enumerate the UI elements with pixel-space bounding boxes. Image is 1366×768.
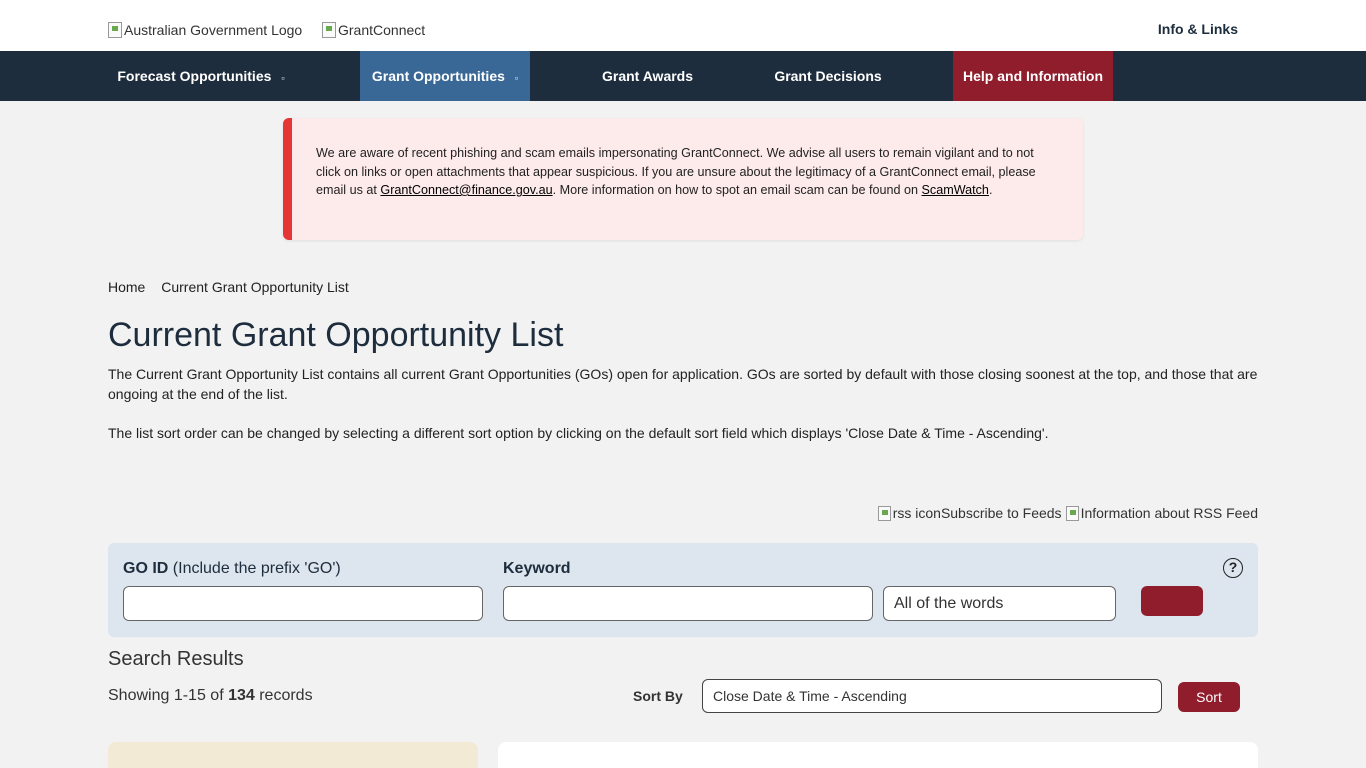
nav-label: Forecast Opportunities bbox=[117, 68, 272, 84]
scam-alert-banner: We are aware of recent phishing and scam… bbox=[283, 118, 1083, 240]
search-button[interactable] bbox=[1141, 586, 1203, 616]
keyword-input[interactable] bbox=[503, 586, 873, 621]
sort-instructions: The list sort order can be changed by se… bbox=[108, 425, 1049, 441]
breadcrumb-current: Current Grant Opportunity List bbox=[161, 279, 349, 295]
filter-panel bbox=[108, 742, 478, 768]
alert-text: . bbox=[988, 183, 993, 197]
rss-info-link[interactable]: Information about RSS Feed bbox=[1081, 505, 1258, 521]
results-count: Showing 1-15 of 134 records bbox=[108, 687, 313, 704]
help-icon[interactable]: ? bbox=[1223, 558, 1243, 578]
info-icon bbox=[1065, 505, 1079, 521]
main-nav: Forecast Opportunities ▫ Grant Opportunit… bbox=[0, 51, 1366, 101]
broken-image-icon bbox=[108, 22, 122, 38]
go-id-input[interactable] bbox=[123, 586, 483, 621]
site-header: Australian Government Logo GrantConnect … bbox=[0, 0, 1366, 51]
nav-help-information[interactable]: Help and Information bbox=[953, 51, 1113, 101]
logo-alt-text: Australian Government Logo bbox=[124, 22, 303, 38]
nav-grant-awards[interactable]: Grant Awards bbox=[590, 51, 705, 101]
email-link[interactable]: GrantConnect@finance.gov.au bbox=[380, 183, 552, 197]
breadcrumb: Home Current Grant Opportunity List bbox=[108, 279, 361, 295]
keyword-match-select[interactable]: All of the words bbox=[883, 586, 1116, 621]
dropdown-icon: ▫ bbox=[514, 73, 519, 83]
page-description: The Current Grant Opportunity List conta… bbox=[108, 366, 1258, 402]
page-title: Current Grant Opportunity List bbox=[108, 316, 564, 354]
sort-button[interactable]: Sort bbox=[1178, 682, 1240, 712]
scamwatch-link[interactable]: ScamWatch bbox=[922, 183, 989, 197]
rss-icon bbox=[877, 505, 891, 521]
nav-label: Grant Opportunities bbox=[371, 68, 505, 84]
rss-icon-alt: rss icon bbox=[892, 505, 941, 521]
nav-grant-opportunities[interactable]: Grant Opportunities ▫ bbox=[360, 51, 530, 101]
subscribe-feeds-link[interactable]: Subscribe to Feeds bbox=[941, 505, 1062, 521]
go-id-label: GO ID (Include the prefix 'GO') bbox=[123, 560, 341, 577]
australian-government-logo[interactable]: Australian Government Logo bbox=[108, 22, 302, 38]
nav-forecast-opportunities[interactable]: Forecast Opportunities ▫ bbox=[108, 51, 294, 101]
breadcrumb-home[interactable]: Home bbox=[108, 279, 145, 295]
info-links-link[interactable]: Info & Links bbox=[1158, 21, 1238, 37]
alert-text: . More information on how to spot an ema… bbox=[552, 183, 922, 197]
search-panel: GO ID (Include the prefix 'GO') Keyword … bbox=[108, 543, 1258, 637]
logo-alt-text: GrantConnect bbox=[338, 22, 426, 38]
rss-feed-links: rss icon Subscribe to Feeds Information … bbox=[877, 505, 1258, 521]
sort-select[interactable]: Close Date & Time - Ascending bbox=[702, 679, 1162, 713]
grantconnect-logo[interactable]: GrantConnect bbox=[322, 22, 425, 38]
search-results-heading: Search Results bbox=[108, 648, 244, 670]
sort-by-label: Sort By bbox=[633, 688, 683, 704]
nav-grant-decisions[interactable]: Grant Decisions bbox=[763, 51, 893, 101]
dropdown-icon: ▫ bbox=[281, 73, 285, 83]
broken-image-icon bbox=[322, 22, 336, 38]
results-list-panel bbox=[498, 742, 1258, 768]
keyword-label: Keyword bbox=[503, 560, 571, 577]
